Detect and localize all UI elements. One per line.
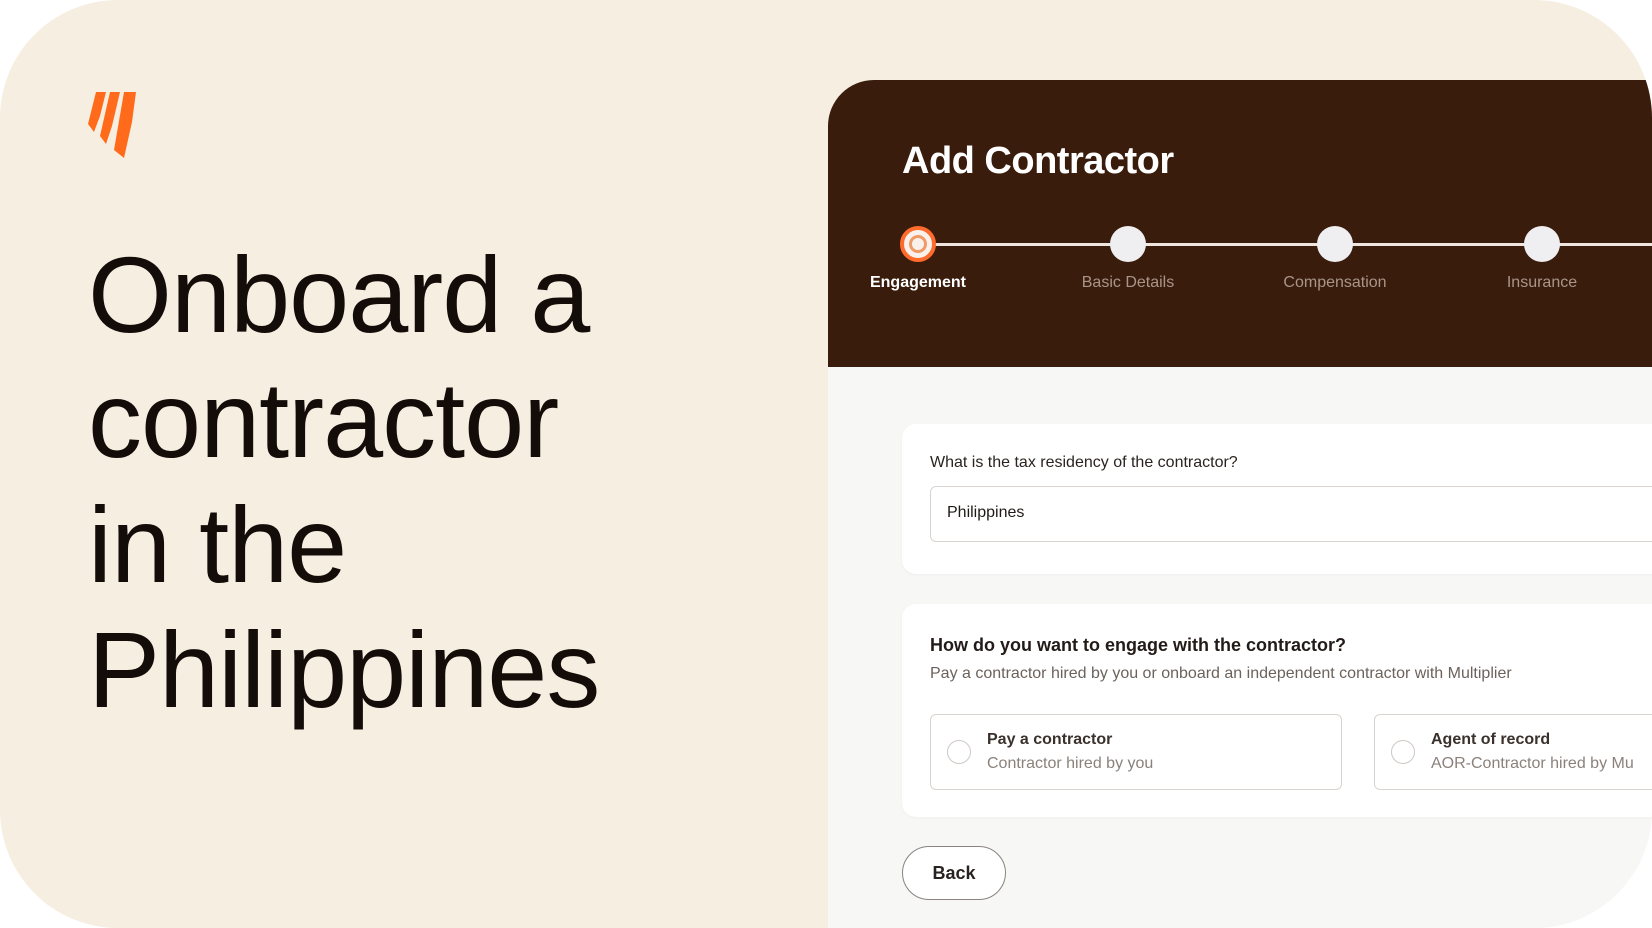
headline-line: in the — [88, 484, 347, 605]
option-pay-contractor[interactable]: Pay a contractor Contractor hired by you — [930, 714, 1342, 790]
tax-residency-panel: What is the tax residency of the contrac… — [902, 424, 1652, 574]
tax-residency-label: What is the tax residency of the contrac… — [930, 454, 1238, 471]
step-indicator — [1317, 226, 1353, 262]
radio-button[interactable] — [1391, 740, 1415, 764]
step-insurance[interactable]: Insurance — [1452, 225, 1632, 292]
step-label: Engagement — [869, 274, 966, 291]
radio-button[interactable] — [947, 740, 971, 764]
brand-logo — [88, 92, 136, 158]
engagement-panel: How do you want to engage with the contr… — [902, 604, 1652, 817]
option-title: Pay a contractor — [987, 731, 1113, 748]
app-header: Add Contractor Engagement Basic Details … — [828, 80, 1652, 367]
headline-line: Onboard a — [88, 234, 590, 355]
option-subtitle: AOR-Contractor hired by Mu — [1431, 755, 1634, 772]
promo-card: Onboard a contractor in the Philippines … — [0, 0, 1652, 928]
headline: Onboard a contractor in the Philippines — [88, 232, 788, 732]
page-title: Add Contractor — [902, 140, 1174, 182]
headline-line: Philippines — [88, 609, 600, 730]
option-agent-of-record[interactable]: Agent of record AOR-Contractor hired by … — [1374, 714, 1652, 790]
option-subtitle: Contractor hired by you — [987, 755, 1154, 772]
step-label: Insurance — [1506, 274, 1578, 291]
step-engagement[interactable]: Engagement — [828, 225, 1008, 292]
step-active-indicator — [900, 226, 936, 262]
step-indicator — [1524, 226, 1560, 262]
step-basic-details[interactable]: Basic Details — [1038, 225, 1218, 292]
engagement-subtitle: Pay a contractor hired by you or onboard… — [930, 665, 1512, 682]
back-button[interactable]: Back — [902, 846, 1006, 900]
option-title: Agent of record — [1431, 731, 1551, 748]
step-indicator — [1110, 226, 1146, 262]
engagement-question: How do you want to engage with the contr… — [930, 635, 1347, 655]
step-compensation[interactable]: Compensation — [1245, 225, 1425, 292]
headline-line: contractor — [88, 359, 559, 480]
progress-stepper: Engagement Basic Details Compensation In… — [828, 225, 1652, 291]
app-window: Add Contractor Engagement Basic Details … — [828, 80, 1652, 928]
step-label: Compensation — [1283, 274, 1387, 291]
step-label: Basic Details — [1081, 274, 1175, 291]
tax-residency-select[interactable]: Philippines — [930, 486, 1652, 542]
